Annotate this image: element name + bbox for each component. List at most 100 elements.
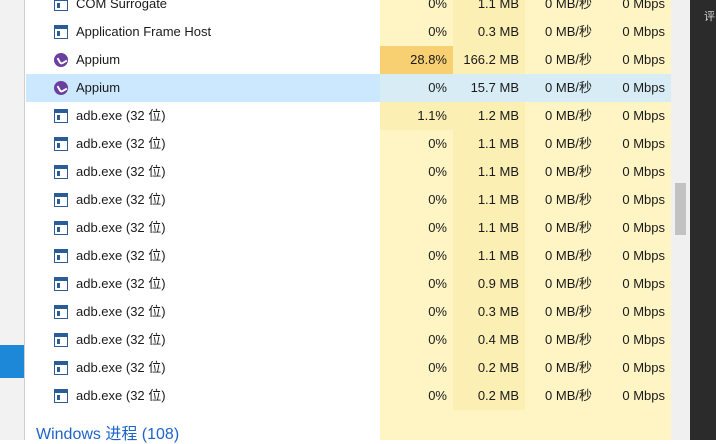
process-name-cell: Appium: [26, 46, 380, 74]
memory-cell: 166.2 MB: [453, 46, 525, 74]
disk-cell: 0 MB/秒: [525, 326, 598, 354]
cpu-cell: 0%: [380, 270, 453, 298]
disk-cell: 0 MB/秒: [525, 382, 598, 410]
disk-cell: 0 MB/秒: [525, 214, 598, 242]
memory-cell: 0.2 MB: [453, 354, 525, 382]
process-row[interactable]: adb.exe (32 位) 0% 1.1 MB 0 MB/秒 0 Mbps: [26, 130, 671, 158]
disk-cell: 0 MB/秒: [525, 242, 598, 270]
memory-cell: 1.1 MB: [453, 0, 525, 18]
process-row[interactable]: adb.exe (32 位) 0% 1.1 MB 0 MB/秒 0 Mbps: [26, 214, 671, 242]
disk-cell: 0 MB/秒: [525, 18, 598, 46]
cpu-cell: 1.1%: [380, 102, 453, 130]
process-row[interactable]: adb.exe (32 位) 1.1% 1.2 MB 0 MB/秒 0 Mbps: [26, 102, 671, 130]
process-row[interactable]: adb.exe (32 位) 0% 0.2 MB 0 MB/秒 0 Mbps: [26, 354, 671, 382]
window-icon: [54, 165, 68, 179]
process-name-cell: adb.exe (32 位): [26, 326, 380, 354]
vertical-scrollbar[interactable]: [671, 0, 690, 440]
disk-cell: 0 MB/秒: [525, 102, 598, 130]
window-icon: [54, 109, 68, 123]
cpu-cell: 0%: [380, 158, 453, 186]
disk-cell: 0 MB/秒: [525, 158, 598, 186]
network-cell: 0 Mbps: [598, 298, 671, 326]
left-panel-strip: [0, 0, 25, 440]
window-icon: [54, 277, 68, 291]
memory-cell: 0.3 MB: [453, 298, 525, 326]
process-name: adb.exe (32 位): [76, 332, 166, 347]
memory-cell: 1.2 MB: [453, 102, 525, 130]
process-row[interactable]: Application Frame Host 0% 0.3 MB 0 MB/秒 0 Mb…: [26, 18, 671, 46]
network-cell: 0 Mbps: [598, 326, 671, 354]
process-name: adb.exe (32 位): [76, 220, 166, 235]
window-icon: [54, 137, 68, 151]
process-row[interactable]: Appium 28.8% 166.2 MB 0 MB/秒 0 Mbps: [26, 46, 671, 74]
cpu-cell: 0%: [380, 0, 453, 18]
memory-cell: 15.7 MB: [453, 74, 525, 102]
process-name-cell: adb.exe (32 位): [26, 102, 380, 130]
cpu-cell: 0%: [380, 242, 453, 270]
process-name-cell: Appium: [26, 74, 380, 102]
cpu-cell: 0%: [380, 186, 453, 214]
network-cell: 0 Mbps: [598, 102, 671, 130]
network-cell: 0 Mbps: [598, 130, 671, 158]
process-row[interactable]: adb.exe (32 位) 0% 0.3 MB 0 MB/秒 0 Mbps: [26, 298, 671, 326]
cpu-cell: 0%: [380, 214, 453, 242]
table-filler: [380, 410, 671, 440]
process-row[interactable]: adb.exe (32 位) 0% 1.1 MB 0 MB/秒 0 Mbps: [26, 242, 671, 270]
process-name-cell: adb.exe (32 位): [26, 186, 380, 214]
window-icon: [54, 193, 68, 207]
network-cell: 0 Mbps: [598, 214, 671, 242]
process-name: adb.exe (32 位): [76, 108, 166, 123]
window-icon: [54, 249, 68, 263]
process-name-cell: adb.exe (32 位): [26, 382, 380, 410]
process-row[interactable]: adb.exe (32 位) 0% 1.1 MB 0 MB/秒 0 Mbps: [26, 158, 671, 186]
memory-cell: 1.1 MB: [453, 158, 525, 186]
left-panel-border: [24, 0, 25, 440]
network-cell: 0 Mbps: [598, 0, 671, 18]
window-icon: [54, 25, 68, 39]
network-cell: 0 Mbps: [598, 354, 671, 382]
network-cell: 0 Mbps: [598, 74, 671, 102]
memory-cell: 0.9 MB: [453, 270, 525, 298]
process-name: adb.exe (32 位): [76, 164, 166, 179]
process-row[interactable]: adb.exe (32 位) 0% 0.9 MB 0 MB/秒 0 Mbps: [26, 270, 671, 298]
process-name: adb.exe (32 位): [76, 192, 166, 207]
process-row[interactable]: adb.exe (32 位) 0% 0.2 MB 0 MB/秒 0 Mbps: [26, 382, 671, 410]
process-name: adb.exe (32 位): [76, 276, 166, 291]
left-panel-accent: [0, 345, 25, 378]
disk-cell: 0 MB/秒: [525, 46, 598, 74]
cpu-cell: 0%: [380, 74, 453, 102]
process-name: adb.exe (32 位): [76, 388, 166, 403]
memory-cell: 1.1 MB: [453, 130, 525, 158]
cpu-cell: 0%: [380, 326, 453, 354]
scrollbar-thumb[interactable]: [675, 183, 686, 235]
process-name-cell: adb.exe (32 位): [26, 298, 380, 326]
process-row[interactable]: adb.exe (32 位) 0% 0.4 MB 0 MB/秒 0 Mbps: [26, 326, 671, 354]
memory-cell: 1.1 MB: [453, 214, 525, 242]
process-name-cell: COM Surrogate: [26, 0, 380, 18]
memory-cell: 1.1 MB: [453, 242, 525, 270]
memory-cell: 1.1 MB: [453, 186, 525, 214]
disk-cell: 0 MB/秒: [525, 298, 598, 326]
process-name-cell: adb.exe (32 位): [26, 158, 380, 186]
process-name-cell: adb.exe (32 位): [26, 270, 380, 298]
window-icon: [54, 305, 68, 319]
process-table: adb.exe (32 位) 0% 0.2 MB 0 MB/秒 0 Mbps adb.ex…: [26, 0, 671, 443]
process-name-cell: adb.exe (32 位): [26, 242, 380, 270]
cpu-cell: 0%: [380, 18, 453, 46]
process-row[interactable]: adb.exe (32 位) 0% 1.1 MB 0 MB/秒 0 Mbps: [26, 186, 671, 214]
network-cell: 0 Mbps: [598, 158, 671, 186]
disk-cell: 0 MB/秒: [525, 0, 598, 18]
process-name: adb.exe (32 位): [76, 360, 166, 375]
memory-cell: 0.4 MB: [453, 326, 525, 354]
window-icon: [54, 333, 68, 347]
network-cell: 0 Mbps: [598, 382, 671, 410]
cpu-cell: 0%: [380, 354, 453, 382]
cpu-cell: 0%: [380, 130, 453, 158]
process-row[interactable]: Appium 0% 15.7 MB 0 MB/秒 0 Mbps: [26, 74, 671, 102]
disk-cell: 0 MB/秒: [525, 130, 598, 158]
process-row[interactable]: COM Surrogate 0% 1.1 MB 0 MB/秒 0 Mbps: [26, 0, 671, 18]
window-icon: [54, 0, 68, 11]
disk-cell: 0 MB/秒: [525, 186, 598, 214]
appium-icon: [54, 81, 68, 95]
right-panel-text: 评: [704, 11, 715, 23]
